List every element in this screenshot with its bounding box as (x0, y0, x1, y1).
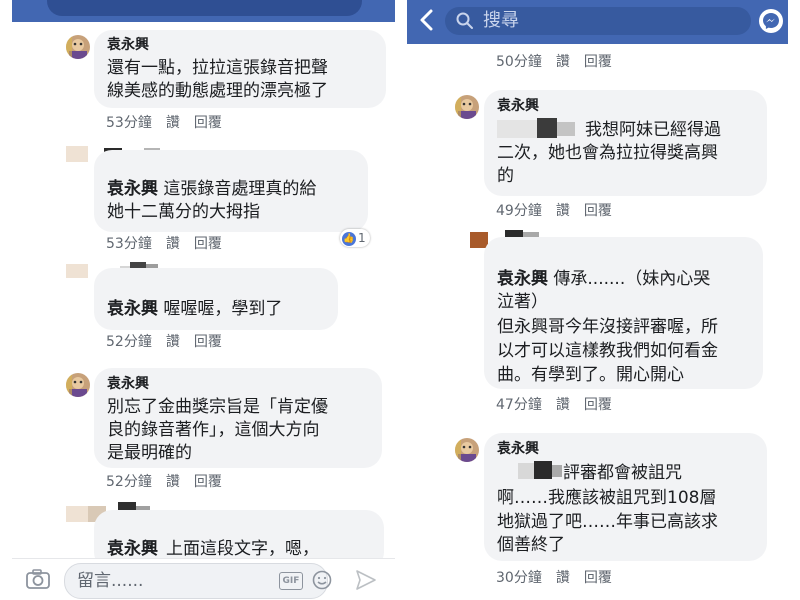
like-count: 1 (358, 231, 366, 245)
comment-text-line: 還有一點，拉拉這張錄音把聲 (107, 58, 328, 78)
tagged-user[interactable]: 袁永興 (107, 299, 158, 319)
camera-icon[interactable] (26, 569, 50, 589)
reply-button[interactable]: 回覆 (584, 54, 612, 70)
comment-input[interactable]: 留言...... GIF (64, 563, 332, 599)
avatar[interactable] (66, 264, 88, 278)
gif-icon[interactable]: GIF (279, 572, 303, 590)
reply-button[interactable]: 回覆 (194, 474, 222, 490)
comment-text-line: 良的錄音著作」，這個大方向 (107, 420, 320, 440)
like-button[interactable]: 讚 (556, 570, 570, 586)
comment-text-line: 別忘了金曲獎宗旨是「肯定優 (107, 397, 328, 417)
reply-button[interactable]: 回覆 (584, 203, 612, 219)
comment-text-line: 啊……我應該被詛咒到108層 (497, 488, 717, 508)
comment-time: 53分鐘 (106, 115, 152, 131)
avatar[interactable] (66, 373, 90, 397)
avatar[interactable] (455, 438, 479, 462)
comment-text-line: 的 (497, 166, 514, 186)
comment-bubble: 袁永興 我想阿妹已經得過 二次，她也會為拉拉得獎高興 的 (484, 90, 767, 196)
comment-text-line: 她十二萬分的大拇指 (107, 202, 260, 222)
top-navigation-bar (12, 0, 395, 22)
send-icon[interactable] (355, 569, 377, 591)
comment-author[interactable]: 袁永興 (497, 440, 539, 458)
tagged-user[interactable]: 袁永興 (497, 269, 548, 289)
like-button[interactable]: 讚 (166, 474, 180, 490)
comment-meta: 53分鐘讚回覆 (106, 114, 236, 132)
avatar[interactable] (66, 35, 90, 59)
reply-button[interactable]: 回覆 (194, 236, 222, 252)
comment-meta: 50分鐘讚回覆 (496, 53, 626, 71)
comment-text-line: 以才可以這樣教我們如何看金 (497, 341, 718, 361)
like-button[interactable]: 讚 (166, 334, 180, 350)
comment-time: 30分鐘 (496, 570, 542, 586)
comment-meta: 49分鐘讚回覆 (496, 202, 626, 220)
like-button[interactable]: 讚 (556, 203, 570, 219)
reply-button[interactable]: 回覆 (194, 334, 222, 350)
comment-bubble: 袁永興 別忘了金曲獎宗旨是「肯定優 良的錄音著作」，這個大方向 是最明確的 (94, 368, 382, 468)
comment-text-line: 個善終了 (497, 535, 565, 555)
like-icon: 👍 (342, 231, 356, 246)
comment-author[interactable]: 袁永興 (497, 97, 539, 115)
reply-button[interactable]: 回覆 (584, 397, 612, 413)
reaction-count[interactable]: 👍 1 (340, 229, 370, 247)
comment-time: 53分鐘 (106, 236, 152, 252)
comment-text: 喔喔喔，學到了 (163, 299, 283, 319)
comment-input-placeholder: 留言...... (77, 571, 144, 591)
search-icon (455, 11, 475, 31)
right-screenshot: 搜尋 50分鐘讚回覆 袁永興 我想阿妹已經得過 二次，她也會為拉拉得獎高興 的 … (407, 0, 788, 600)
comment-text-line: 袁永興 傳承.......（妹內心哭 (497, 268, 710, 291)
comment-meta: 52分鐘讚回覆 (106, 473, 236, 491)
search-bar[interactable] (47, 0, 362, 16)
tagged-user[interactable]: 袁永興 (107, 539, 158, 559)
reply-button[interactable]: 回覆 (194, 115, 222, 131)
comment-text-line: 袁永興 這張錄音處理真的給 (107, 178, 316, 201)
comment-text-line: 但永興哥今年沒接評審喔，所 (497, 317, 718, 337)
comment-bubble: 袁永興 還有一點，拉拉這張錄音把聲 線美感的動態處理的漂亮極了 (94, 30, 386, 108)
avatar[interactable] (455, 95, 479, 119)
like-button[interactable]: 讚 (166, 236, 180, 252)
comment-text-line: 曲。有學到了。開心開心 (497, 365, 684, 385)
left-screenshot: 袁永興 還有一點，拉拉這張錄音把聲 線美感的動態處理的漂亮極了 53分鐘讚回覆 … (12, 0, 395, 600)
like-button[interactable]: 讚 (556, 397, 570, 413)
comment-text-line: 袁永興 喔喔喔，學到了 (107, 298, 282, 321)
comment-time: 52分鐘 (106, 474, 152, 490)
comment-author[interactable]: 袁永興 (107, 36, 149, 54)
comment-text-line: 是最明確的 (107, 443, 192, 463)
comment-bubble: 袁永興 喔喔喔，學到了 (94, 268, 338, 330)
emoji-icon[interactable] (312, 570, 332, 590)
tagged-user[interactable]: 袁永興 (107, 179, 158, 199)
top-navigation-bar: 搜尋 (407, 0, 788, 44)
comment-text: 傳承.......（妹內心哭 (553, 269, 711, 289)
like-button[interactable]: 讚 (556, 54, 570, 70)
comment-text-line: 二次，她也會為拉拉得獎高興 (497, 143, 718, 163)
comment-time: 49分鐘 (496, 203, 542, 219)
search-input[interactable]: 搜尋 (445, 7, 751, 35)
comment-bubble: 袁永興 傳承.......（妹內心哭 泣著） 但永興哥今年沒接評審喔，所 以才可… (484, 237, 763, 389)
comment-meta: 52分鐘讚回覆 (106, 333, 236, 351)
comment-text-line: 我想阿妹已經得過 (585, 120, 721, 140)
comment-time: 52分鐘 (106, 334, 152, 350)
comment-meta: 53分鐘讚回覆 (106, 235, 236, 253)
redacted-mosaic (497, 118, 587, 144)
messenger-icon[interactable] (759, 9, 783, 33)
avatar[interactable] (66, 506, 88, 522)
comment-author[interactable]: 袁永興 (107, 375, 149, 393)
like-button[interactable]: 讚 (166, 115, 180, 131)
comment-text: 這張錄音處理真的給 (163, 179, 317, 199)
comment-text-line: 地獄過了吧……年事已高該求 (497, 512, 718, 532)
search-placeholder: 搜尋 (483, 10, 519, 31)
comment-meta: 47分鐘讚回覆 (496, 396, 626, 414)
comment-text-line: 評審都會被詛咒 (563, 463, 682, 483)
comment-text: 上面這段文字，嗯， (166, 539, 319, 559)
avatar[interactable] (66, 146, 88, 162)
comment-time: 50分鐘 (496, 54, 542, 70)
comment-text-line: 泣著） (497, 292, 548, 312)
comment-time: 47分鐘 (496, 397, 542, 413)
comment-bubble: 袁永興 評審都會被詛咒 啊……我應該被詛咒到108層 地獄過了吧……年事已高該求… (484, 433, 767, 561)
reply-button[interactable]: 回覆 (584, 570, 612, 586)
comment-bubble: 袁永興 這張錄音處理真的給 她十二萬分的大拇指 (94, 150, 368, 232)
comment-text-line: 線美感的動態處理的漂亮極了 (107, 81, 328, 101)
back-arrow-icon[interactable] (415, 6, 439, 34)
comment-meta: 30分鐘讚回覆 (496, 569, 626, 587)
comment-composer: 留言...... GIF (12, 558, 395, 600)
